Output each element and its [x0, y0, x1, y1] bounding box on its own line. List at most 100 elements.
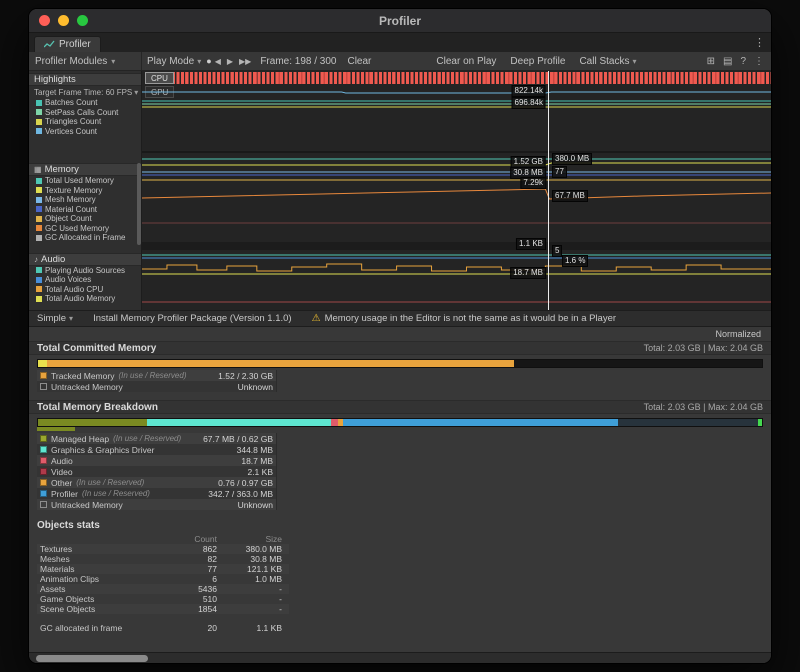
counter-object-count[interactable]: Object Count — [29, 214, 141, 224]
next-frame-button[interactable]: ▶ — [224, 57, 236, 66]
bar-segment — [343, 419, 618, 426]
install-memory-profiler-button[interactable]: Install Memory Profiler Package (Version… — [93, 313, 292, 324]
chart-area[interactable]: CPU GPU 822.14k — [142, 71, 771, 310]
counter-mesh-memory[interactable]: Mesh Memory — [29, 195, 141, 205]
counter-material-count[interactable]: Material Count — [29, 205, 141, 215]
table-row-animation-clips[interactable]: Animation Clips 6 1.0 MB — [37, 574, 289, 584]
module-header-highlights[interactable]: Highlights — [29, 73, 141, 86]
counter-playing-audio-sources[interactable]: Playing Audio Sources — [29, 266, 141, 276]
chart-marker: 696.84k — [512, 97, 546, 109]
profiler-chart-icon — [44, 40, 55, 49]
chart-marker: 7.29k — [520, 177, 546, 189]
profiler-modules-dropdown[interactable]: Profiler Modules ▾ — [29, 52, 142, 70]
objects-stats-title: Objects stats — [37, 520, 771, 531]
sidebar-scrollbar[interactable] — [137, 163, 141, 245]
legend-color-swatch — [40, 435, 47, 442]
help-icon[interactable]: ? — [740, 56, 746, 67]
window-title: Profiler — [29, 14, 771, 28]
module-title: Audio — [41, 254, 65, 265]
target-frame-time-dropdown[interactable]: Target Frame Time: 60 FPS ▾ — [29, 86, 141, 98]
tab-profiler[interactable]: Profiler — [34, 36, 101, 52]
previous-frame-button[interactable]: ◀ — [212, 57, 224, 66]
zoom-button[interactable] — [77, 15, 88, 26]
series-color-swatch — [36, 225, 42, 231]
normalized-toggle[interactable]: Normalized — [715, 329, 761, 339]
counter-gc-used-memory[interactable]: GC Used Memory — [29, 224, 141, 234]
toolbar-menu-icon[interactable]: ⋮ — [754, 56, 764, 67]
legend-profiler[interactable]: Profiler (In use / Reserved) 342.7 / 363… — [37, 488, 276, 499]
legend-untracked-memory[interactable]: Untracked Memory Unknown — [37, 381, 276, 392]
call-stacks-dropdown[interactable]: Call Stacks ▾ — [579, 56, 636, 67]
clear-on-play-toggle[interactable]: Clear on Play — [436, 56, 496, 67]
legend-color-swatch — [40, 383, 47, 390]
module-header-memory[interactable]: ▦ Memory — [29, 163, 141, 176]
tab-label: Profiler — [59, 39, 91, 50]
warning-icon: ⚠ — [312, 313, 321, 324]
bar-segment — [38, 360, 47, 367]
bar-segment — [147, 419, 332, 426]
table-row-assets[interactable]: Assets 5436 - — [37, 584, 289, 594]
minimize-button[interactable] — [58, 15, 69, 26]
column-header-count: Count — [162, 534, 217, 544]
module-header-audio[interactable]: ♪ Audio — [29, 253, 141, 266]
clear-button[interactable]: Clear — [342, 52, 376, 70]
module-title: Highlights — [34, 74, 76, 85]
counter-gc-allocated-in-frame[interactable]: GC Allocated in Frame — [29, 233, 141, 243]
scrollbar-thumb[interactable] — [36, 655, 148, 662]
deep-profile-toggle[interactable]: Deep Profile — [510, 56, 565, 67]
table-row-gc-allocated[interactable]: GC allocated in frame 20 1.1 KB — [37, 623, 289, 633]
legend-color-swatch — [40, 490, 47, 497]
counter-batches-count[interactable]: Batches Count — [29, 98, 141, 108]
bar-segment — [758, 419, 762, 426]
legend-video[interactable]: Video 2.1 KB — [37, 466, 276, 477]
series-color-swatch — [36, 277, 42, 283]
objects-stats-table: Count Size Textures 862 380.0 MB Meshes … — [37, 534, 289, 633]
playhead[interactable] — [548, 71, 549, 310]
counter-total-audio-cpu[interactable]: Total Audio CPU — [29, 285, 141, 295]
column-header-size: Size — [217, 534, 282, 544]
legend-tracked-memory[interactable]: Tracked Memory (In use / Reserved) 1.52 … — [37, 370, 276, 381]
table-row-scene-objects[interactable]: Scene Objects 1854 - — [37, 604, 289, 614]
frame-counter: Frame: 198 / 300 — [254, 56, 342, 67]
bar-segment — [37, 427, 75, 431]
counter-total-audio-memory[interactable]: Total Audio Memory — [29, 294, 141, 304]
editor-memory-warning: ⚠ Memory usage in the Editor is not the … — [312, 313, 616, 324]
chevron-down-icon: ▾ — [111, 57, 115, 66]
tab-menu-icon[interactable]: ⋮ — [754, 36, 765, 49]
counter-triangles-count[interactable]: Triangles Count — [29, 117, 141, 127]
table-row-game-objects[interactable]: Game Objects 510 - — [37, 594, 289, 604]
main-toolbar: Profiler Modules ▾ Play Mode ▾ ● ◀ ▶ ▶▶ … — [29, 52, 771, 71]
window-titlebar: Profiler — [29, 9, 771, 33]
manual-icon[interactable]: ▤ — [723, 56, 732, 67]
legend-color-swatch — [40, 468, 47, 475]
play-mode-dropdown[interactable]: Play Mode ▾ — [142, 52, 206, 70]
series-color-swatch — [36, 197, 42, 203]
table-row-materials[interactable]: Materials 77 121.1 KB — [37, 564, 289, 574]
section-title: Total Memory Breakdown — [37, 402, 158, 413]
table-row-textures[interactable]: Textures 862 380.0 MB — [37, 544, 289, 554]
current-frame-button[interactable]: ▶▶ — [236, 57, 254, 66]
close-button[interactable] — [39, 15, 50, 26]
legend-graphics[interactable]: Graphics & Graphics Driver 344.8 MB — [37, 444, 276, 455]
bar-segment — [47, 360, 514, 367]
layout-icon[interactable]: ⊞ — [707, 56, 715, 67]
series-color-swatch — [36, 286, 42, 292]
counter-texture-memory[interactable]: Texture Memory — [29, 186, 141, 196]
legend-managed-heap[interactable]: Managed Heap (In use / Reserved) 67.7 MB… — [37, 433, 276, 444]
legend-color-swatch — [40, 479, 47, 486]
chevron-down-icon: ▾ — [197, 57, 201, 66]
table-row-meshes[interactable]: Meshes 82 30.8 MB — [37, 554, 289, 564]
legend-other[interactable]: Other (In use / Reserved) 0.76 / 0.97 GB — [37, 477, 276, 488]
simple-view-dropdown[interactable]: Simple ▾ — [37, 313, 73, 324]
memory-in-use-bar — [37, 427, 763, 431]
counter-vertices-count[interactable]: Vertices Count — [29, 127, 141, 137]
counter-total-used-memory[interactable]: Total Used Memory — [29, 176, 141, 186]
legend-audio[interactable]: Audio 18.7 MB — [37, 455, 276, 466]
legend-untracked-memory[interactable]: Untracked Memory Unknown — [37, 499, 276, 510]
memory-sub-toolbar: Simple ▾ Install Memory Profiler Package… — [29, 310, 771, 327]
bar-segment — [618, 419, 758, 426]
audio-module-icon: ♪ — [34, 255, 38, 264]
counter-audio-voices[interactable]: Audio Voices — [29, 275, 141, 285]
counter-setpass-calls-count[interactable]: SetPass Calls Count — [29, 108, 141, 118]
horizontal-scrollbar[interactable] — [29, 652, 771, 663]
